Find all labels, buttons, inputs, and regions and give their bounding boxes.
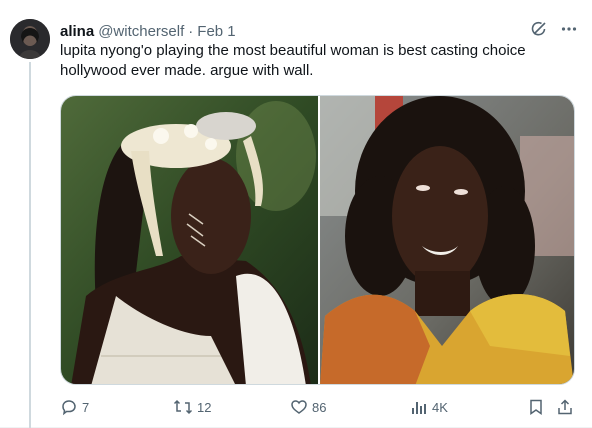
views-icon [410,398,428,416]
more-icon[interactable] [560,20,578,38]
header-actions [530,20,578,38]
thread-line [29,62,31,428]
repost-icon [173,398,193,416]
repost-count: 12 [197,399,212,415]
repost-button[interactable]: 12 [173,398,211,416]
avatar[interactable] [10,19,50,59]
reply-count: 7 [82,399,90,415]
author-handle[interactable]: @witcherself [98,23,184,40]
reply-icon [60,398,78,416]
like-button[interactable]: 86 [290,398,326,416]
post-text: lupita nyong'o playing the most beautifu… [60,42,526,79]
action-bar: 7 12 86 4K [60,398,580,420]
tweet-header: alina @witcherself · Feb 1 [60,21,572,41]
grok-icon[interactable] [530,20,548,38]
author-name[interactable]: alina [60,23,94,40]
reply-button[interactable]: 7 [60,398,89,416]
share-icon [556,398,574,416]
views-button[interactable]: 4K [410,398,448,416]
like-icon [290,398,308,416]
post-date[interactable]: Feb 1 [197,23,235,40]
share-button[interactable] [556,398,574,416]
tweet[interactable]: alina @witcherself · Feb 1 lupita nyong'… [0,0,592,428]
bookmark-button[interactable] [527,398,545,416]
separator-dot: · [188,22,194,40]
like-count: 86 [312,399,327,415]
media-image-2[interactable] [320,96,574,384]
bookmark-icon [527,398,545,416]
views-count: 4K [432,399,448,415]
media-image-1[interactable] [61,96,318,384]
media-grid [60,95,575,385]
